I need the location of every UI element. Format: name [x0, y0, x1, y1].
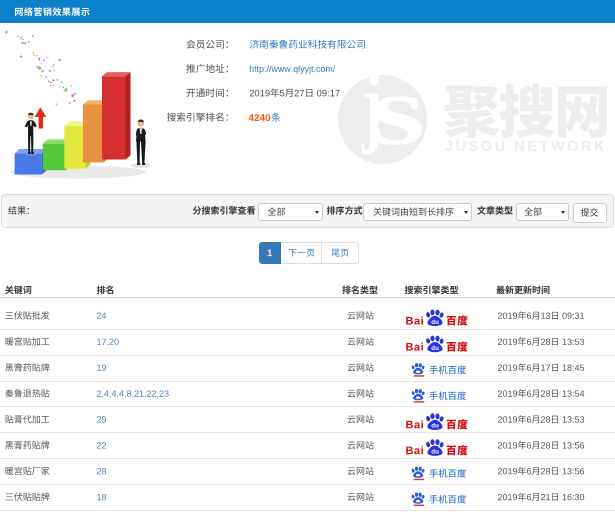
- svg-text:du: du: [431, 319, 439, 326]
- svg-text:du: du: [431, 345, 439, 352]
- svg-text:du: du: [431, 449, 439, 456]
- svg-text:du: du: [431, 423, 439, 430]
